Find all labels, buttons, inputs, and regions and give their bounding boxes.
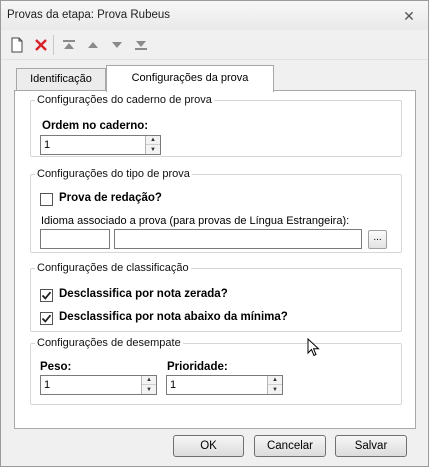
peso-stepper-arrows: ▲ ▼ xyxy=(141,376,156,394)
move-down-icon[interactable] xyxy=(107,35,127,55)
tab-identificacao[interactable]: Identificação xyxy=(16,68,106,91)
tab-strip: Identificação Configurações da prova xyxy=(1,65,428,92)
tab-panel-configuracoes: Configurações do caderno de prova Ordem … xyxy=(14,90,416,429)
new-document-icon[interactable] xyxy=(7,35,27,55)
redacao-checkbox[interactable] xyxy=(40,193,53,206)
idioma-browse-button[interactable]: ... xyxy=(368,230,387,249)
ordem-value: 1 xyxy=(44,139,51,151)
group-tipo-legend: Configurações do tipo de prova xyxy=(37,168,190,180)
title-bar: Provas da etapa: Prova Rubeus ✕ xyxy=(1,1,428,30)
checkmark-icon xyxy=(41,291,52,300)
save-button[interactable]: Salvar xyxy=(335,435,407,457)
mouse-cursor-icon xyxy=(307,338,320,357)
idioma-code-input[interactable] xyxy=(40,229,110,249)
prioridade-label: Prioridade: xyxy=(167,361,228,373)
toolbar-separator xyxy=(53,35,54,55)
ordem-up-icon[interactable]: ▲ xyxy=(146,136,160,145)
idioma-name-input[interactable] xyxy=(114,229,362,249)
cancel-button[interactable]: Cancelar xyxy=(254,435,326,457)
minima-checkbox[interactable] xyxy=(40,312,53,325)
zerada-label: Desclassifica por nota zerada? xyxy=(59,288,228,300)
ordem-stepper-arrows: ▲ ▼ xyxy=(145,136,160,154)
peso-label: Peso: xyxy=(40,361,72,373)
ok-button[interactable]: OK xyxy=(173,435,244,457)
group-classificacao-legend: Configurações de classificação xyxy=(37,262,189,274)
peso-value: 1 xyxy=(44,379,51,391)
prioridade-down-icon[interactable]: ▼ xyxy=(268,385,282,394)
peso-down-icon[interactable]: ▼ xyxy=(142,385,156,394)
prioridade-value: 1 xyxy=(170,379,177,391)
peso-up-icon[interactable]: ▲ xyxy=(142,376,156,385)
tab-configuracoes[interactable]: Configurações da prova xyxy=(106,65,274,92)
prioridade-stepper[interactable]: 1 ▲ ▼ xyxy=(166,375,283,395)
ordem-down-icon[interactable]: ▼ xyxy=(146,145,160,154)
idioma-label: Idioma associado a prova (para provas de… xyxy=(41,215,350,227)
window-title: Provas da etapa: Prova Rubeus xyxy=(7,9,171,21)
move-first-icon[interactable] xyxy=(59,35,79,55)
group-caderno-legend: Configurações do caderno de prova xyxy=(37,94,212,106)
peso-stepper[interactable]: 1 ▲ ▼ xyxy=(40,375,157,395)
toolbar xyxy=(1,30,428,60)
checkmark-icon xyxy=(41,314,52,323)
move-up-icon[interactable] xyxy=(83,35,103,55)
prioridade-stepper-arrows: ▲ ▼ xyxy=(267,376,282,394)
dialog-window: Provas da etapa: Prova Rubeus ✕ Identifi… xyxy=(0,0,429,467)
redacao-label: Prova de redação? xyxy=(59,192,162,204)
zerada-checkbox[interactable] xyxy=(40,289,53,302)
group-desempate-legend: Configurações de desempate xyxy=(37,337,181,349)
ordem-stepper[interactable]: 1 ▲ ▼ xyxy=(40,135,161,155)
minima-label: Desclassifica por nota abaixo da mínima? xyxy=(59,311,288,323)
ordem-label: Ordem no caderno: xyxy=(42,120,149,132)
delete-icon[interactable] xyxy=(31,35,51,55)
close-icon[interactable]: ✕ xyxy=(398,7,420,25)
prioridade-up-icon[interactable]: ▲ xyxy=(268,376,282,385)
move-last-icon[interactable] xyxy=(131,35,151,55)
